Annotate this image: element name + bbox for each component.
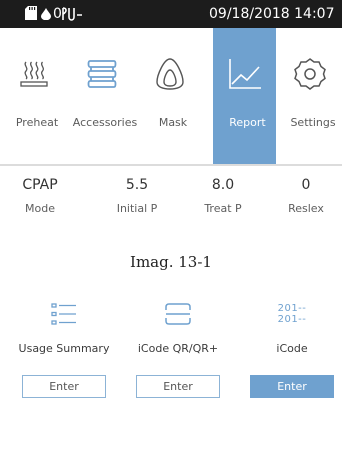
icode-icon-line-2: 201-- [277,314,307,325]
param-treat-pressure: 8.0 Treat P [183,176,263,215]
tab-accessories[interactable]: Accessories [68,28,137,164]
param-treat-pressure-label: Treat P [204,202,242,215]
tab-report-label: Report [229,116,266,129]
param-mode-label: Mode [25,202,55,215]
tab-mask[interactable]: Mask [136,28,204,164]
param-initial-pressure: 5.5 Initial P [97,176,177,215]
qr-frame-icon [165,303,191,325]
param-initial-pressure-value: 5.5 [125,177,149,193]
status-bar: 0 09/18/2018 14:07 [0,0,342,28]
heater-icon [20,61,48,87]
tab-preheat-label: Preheat [15,116,59,129]
icode-enter-button[interactable]: Enter [250,375,334,398]
param-reslex-value: 0 [301,177,311,193]
icode-icon: 201-- 201-- [278,303,307,325]
param-reslex: 0 Reslex [266,176,342,215]
icode-label: iCode [276,342,308,355]
tab-preheat[interactable]: Preheat [0,28,68,164]
tab-settings-label: Settings [290,116,336,129]
param-mode: CPAP Mode [0,176,80,215]
param-reslex-label: Reslex [288,202,324,215]
mask-icon [156,58,184,90]
icode-qr-label: iCode QR/QR+ [137,342,219,355]
gear-icon [294,58,326,90]
tab-mask-label: Mask [158,116,188,129]
figure-caption: Imag. 13-1 [130,253,212,271]
device-screen: 0 09/18/2018 14:07 Preheat Accessories M… [0,0,342,224]
param-initial-pressure-label: Initial P [116,202,158,215]
tab-report[interactable]: Report [213,28,276,164]
icode-qr-enter-button[interactable]: Enter [136,375,220,398]
status-datetime: 09/18/2018 14:07 [209,6,335,22]
signal-icon [62,7,82,21]
param-mode-value: CPAP [22,177,58,193]
sd-card-icon [25,6,37,20]
list-icon [51,303,76,325]
usage-summary-enter-button[interactable]: Enter [22,375,106,398]
icode-icon-line-1: 201-- [277,303,307,314]
usage-summary-label: Usage Summary [18,342,110,355]
water-drop-icon [41,8,51,20]
accessories-icon [87,60,117,88]
chart-line-icon [228,59,261,89]
tab-accessories-label: Accessories [72,116,138,129]
tab-settings[interactable]: Settings [276,28,342,164]
divider [0,164,342,166]
param-treat-pressure-value: 8.0 [211,177,235,193]
